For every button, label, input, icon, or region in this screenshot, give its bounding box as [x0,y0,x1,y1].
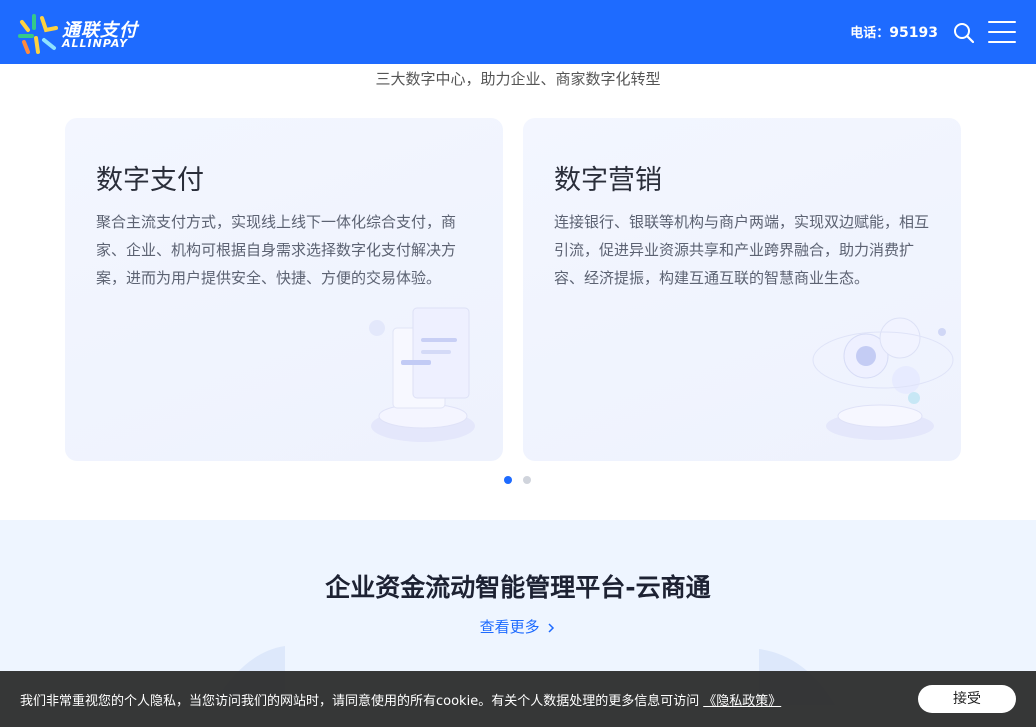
menu-icon[interactable] [988,20,1016,44]
cookie-message: 我们非常重视您的个人隐私，当您访问我们的网站时，请同意使用的所有cookie。有… [20,690,781,709]
carousel-dots [504,476,534,484]
cookie-consent-bar: 我们非常重视您的个人隐私，当您访问我们的网站时，请同意使用的所有cookie。有… [0,671,1036,727]
hotline-number: 95193 [889,25,938,41]
search-icon[interactable] [953,22,974,43]
card-digital-marketing[interactable]: 数字营销 连接银行、银联等机构与商户两端，实现双边赋能，相互引流，促进异业资源共… [523,118,961,461]
hotline: 电话：95193 [850,22,938,41]
view-more-link[interactable]: 查看更多 [0,616,1036,637]
menu-bar [988,21,1016,23]
view-more-label: 查看更多 [479,618,540,636]
hotline-label: 电话： [850,26,890,41]
payment-terminal-illustration-icon [369,307,475,442]
card-title: 数字支付 [96,165,204,196]
carousel-dot-active[interactable] [504,476,512,484]
card-digital-payment[interactable]: 数字支付 聚合主流支付方式，实现线上线下一体化综合支付，商家、企业、机构可根据自… [65,118,503,461]
logo-mark-icon [18,14,58,54]
top-header: 通联支付 ALLINPAY 电话：95193 [0,0,1036,64]
carousel-dot[interactable] [523,476,531,484]
card-title: 数字营销 [554,165,662,196]
allinpay-logo[interactable]: 通联支付 ALLINPAY [18,14,142,54]
marketing-globe-illustration-icon [812,317,954,440]
menu-bar [988,41,1016,43]
cookie-text: 我们非常重视您的个人隐私，当您访问我们的网站时，请同意使用的所有cookie。有… [20,694,700,709]
card-description: 聚合主流支付方式，实现线上线下一体化综合支付，商家、企业、机构可根据自身需求选择… [96,213,457,287]
privacy-policy-link[interactable]: 《隐私政策》 [703,694,781,709]
accept-button[interactable]: 接受 [918,685,1016,713]
card-description: 连接银行、银联等机构与商户两端，实现双边赋能，相互引流，促进异业资源共享和产业跨… [554,213,930,287]
section-title: 企业资金流动智能管理平台-云商通 [325,573,711,602]
menu-bar [988,31,1016,33]
chevron-right-icon [548,622,555,633]
logo-text-en: ALLINPAY [62,37,129,50]
section-subtitle: 三大数字中心，助力企业、商家数字化转型 [375,70,661,88]
